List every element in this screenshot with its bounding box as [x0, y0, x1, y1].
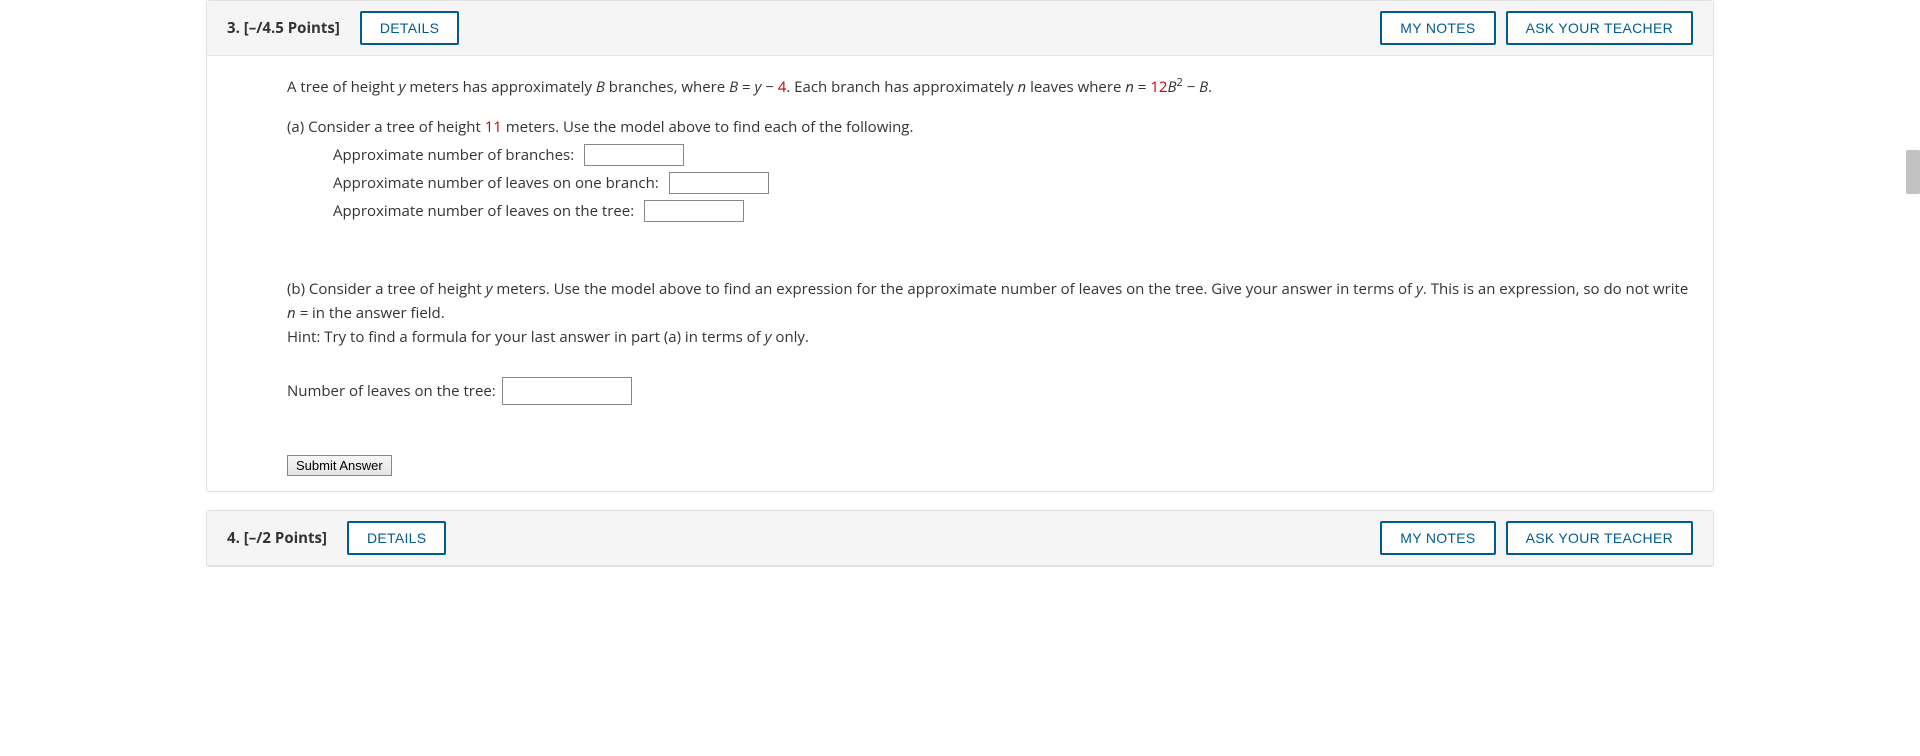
- part-b-answer-label: Number of leaves on the tree:: [287, 379, 496, 403]
- part-a-row-leaves-one-branch: Approximate number of leaves on one bran…: [333, 171, 1693, 195]
- question-4: 4. [–/2 Points] DETAILS MY NOTES ASK YOU…: [206, 510, 1714, 567]
- input-leaves-expression[interactable]: [502, 377, 632, 405]
- part-b-text: (b) Consider a tree of height y meters. …: [287, 277, 1693, 349]
- part-a: (a) Consider a tree of height 11 meters.…: [287, 115, 1693, 223]
- part-a-label-branches: Approximate number of branches:: [333, 143, 574, 167]
- part-b-answer-row: Number of leaves on the tree:: [287, 377, 1693, 405]
- input-branches[interactable]: [584, 144, 684, 166]
- input-leaves-one-branch[interactable]: [669, 172, 769, 194]
- part-a-label-leaves-one-branch: Approximate number of leaves on one bran…: [333, 171, 659, 195]
- my-notes-button[interactable]: MY NOTES: [1380, 521, 1495, 555]
- part-a-label-leaves-tree: Approximate number of leaves on the tree…: [333, 199, 634, 223]
- question-3: 3. [–/4.5 Points] DETAILS MY NOTES ASK Y…: [206, 0, 1714, 492]
- part-b: (b) Consider a tree of height y meters. …: [287, 277, 1693, 405]
- question-3-header: 3. [–/4.5 Points] DETAILS MY NOTES ASK Y…: [207, 1, 1713, 56]
- ask-your-teacher-button[interactable]: ASK YOUR TEACHER: [1506, 521, 1693, 555]
- part-a-label: (a) Consider a tree of height 11 meters.…: [287, 115, 1693, 139]
- my-notes-button[interactable]: MY NOTES: [1380, 11, 1495, 45]
- question-3-body: A tree of height y meters has approximat…: [207, 56, 1713, 491]
- input-leaves-tree[interactable]: [644, 200, 744, 222]
- part-a-row-leaves-tree: Approximate number of leaves on the tree…: [333, 199, 1693, 223]
- question-4-header: 4. [–/2 Points] DETAILS MY NOTES ASK YOU…: [207, 511, 1713, 566]
- submit-answer-button[interactable]: Submit Answer: [287, 455, 392, 476]
- ask-your-teacher-button[interactable]: ASK YOUR TEACHER: [1506, 11, 1693, 45]
- part-a-row-branches: Approximate number of branches:: [333, 143, 1693, 167]
- details-button[interactable]: DETAILS: [347, 521, 446, 555]
- submit-area: Submit Answer: [287, 445, 1693, 477]
- scrollbar-thumb[interactable]: [1906, 150, 1920, 194]
- question-number: 4. [–/2 Points]: [227, 528, 327, 548]
- question-number: 3. [–/4.5 Points]: [227, 18, 340, 38]
- question-prompt: A tree of height y meters has approximat…: [287, 74, 1693, 99]
- details-button[interactable]: DETAILS: [360, 11, 459, 45]
